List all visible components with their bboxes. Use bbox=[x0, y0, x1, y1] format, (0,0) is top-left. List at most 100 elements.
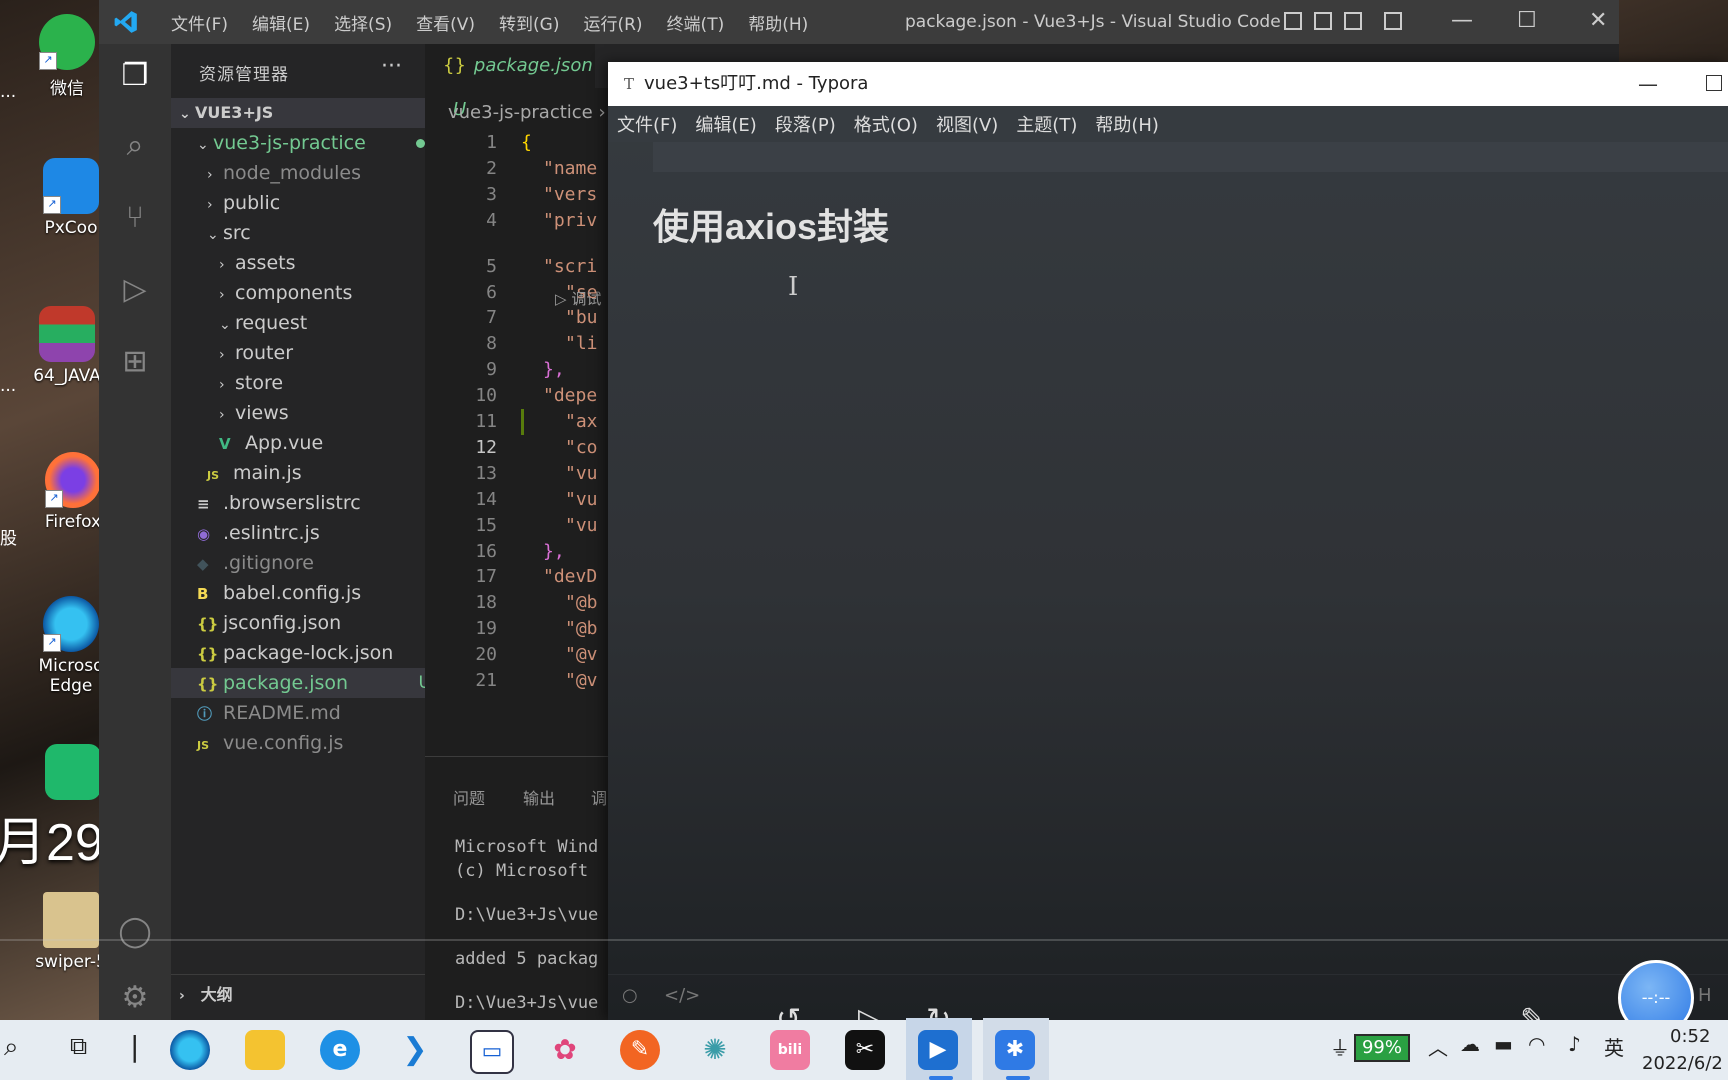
window-app-icon[interactable]: ▭ bbox=[470, 1030, 514, 1074]
clock-time[interactable]: 0:52 bbox=[1670, 1026, 1710, 1047]
desktop-icon-label: Firefox bbox=[44, 512, 102, 532]
typora-menu-file[interactable]: 文件(F) bbox=[608, 111, 686, 137]
menu-file[interactable]: 文件(F) bbox=[159, 10, 240, 35]
typora-menu-format[interactable]: 格式(O) bbox=[845, 111, 927, 137]
tree-item-label: package-lock.json bbox=[223, 642, 394, 664]
source-code-mode-icon[interactable]: </> bbox=[664, 985, 700, 1006]
menu-go[interactable]: 转到(G) bbox=[487, 10, 571, 35]
search-icon[interactable]: ⌕ bbox=[4, 1032, 19, 1063]
tree-item-label: node_modules bbox=[223, 162, 362, 184]
file-explorer-icon[interactable] bbox=[245, 1030, 285, 1070]
source-control-icon[interactable]: ⑂ bbox=[117, 200, 153, 236]
pinwheel-app-icon[interactable]: ✺ bbox=[695, 1030, 735, 1070]
line-number: 14 bbox=[475, 488, 497, 510]
desktop-icon-label: PxCoo bbox=[44, 218, 98, 238]
config-file-icon: ≡ bbox=[197, 495, 210, 513]
panel-tab-problems[interactable]: 问题 bbox=[453, 785, 485, 809]
ime-indicator[interactable]: 英 bbox=[1604, 1032, 1624, 1061]
menu-selection[interactable]: 选择(S) bbox=[322, 10, 404, 35]
more-actions-icon[interactable]: ··· bbox=[381, 54, 402, 79]
code-line: "priv bbox=[543, 209, 598, 231]
battery-tray-icon[interactable]: ▬ bbox=[1494, 1032, 1513, 1056]
task-view-icon[interactable]: ⧉ bbox=[70, 1032, 87, 1060]
typora-maximize-icon[interactable] bbox=[1706, 75, 1722, 91]
menu-view[interactable]: 查看(V) bbox=[404, 10, 487, 35]
tree-file[interactable]: ≡ .browserslistrc bbox=[171, 488, 451, 518]
menu-terminal[interactable]: 终端(T) bbox=[655, 10, 737, 35]
tree-file[interactable]: ◆ .gitignore bbox=[171, 548, 451, 578]
volume-icon[interactable]: ♪ bbox=[1568, 1032, 1581, 1056]
minimize-icon[interactable]: — bbox=[1451, 8, 1473, 33]
vscode-taskbar-icon[interactable]: ❯ bbox=[395, 1030, 435, 1070]
typora-menu-help[interactable]: 帮助(H) bbox=[1086, 111, 1168, 137]
desktop-icon-label: Microso Edge bbox=[38, 656, 104, 696]
typora-menu-paragraph[interactable]: 段落(P) bbox=[766, 111, 845, 137]
run-debug-icon[interactable]: ▷ bbox=[117, 272, 153, 308]
explorer-icon[interactable]: ❐ bbox=[117, 58, 153, 94]
breadcrumb[interactable]: vue3-js-practice › bbox=[448, 102, 606, 123]
toggle-panel-icon[interactable] bbox=[1314, 12, 1332, 30]
chevron-up-icon[interactable]: ︿ bbox=[1428, 1032, 1448, 1061]
video-player-icon[interactable]: ▶ bbox=[918, 1030, 958, 1070]
photos-icon[interactable]: ✿ bbox=[545, 1030, 585, 1070]
customize-layout-icon[interactable] bbox=[1384, 12, 1402, 30]
typora-logo-icon: T bbox=[624, 75, 635, 93]
outline-section[interactable]: › 大纲 bbox=[171, 974, 425, 1015]
tree-file[interactable]: ⓘ README.md bbox=[171, 698, 451, 728]
tree-file[interactable]: JS main.js bbox=[171, 458, 461, 488]
line-number: 18 bbox=[475, 592, 497, 614]
tree-file[interactable]: ◉ .eslintrc.js bbox=[171, 518, 451, 548]
menu-run[interactable]: 运行(R) bbox=[571, 10, 654, 35]
tree-folder[interactable]: › node_modules bbox=[171, 158, 461, 188]
wifi-icon[interactable]: ◠ bbox=[1528, 1032, 1545, 1056]
code-line: "scri bbox=[543, 255, 598, 277]
extensions-icon[interactable]: ⊞ bbox=[117, 344, 153, 380]
toggle-sidebar-icon[interactable] bbox=[1284, 12, 1302, 30]
clock-date[interactable]: 2022/6/2 bbox=[1642, 1053, 1723, 1074]
tree-folder[interactable]: ⌄ src bbox=[171, 218, 461, 248]
shortcut-arrow-icon: ↗ bbox=[43, 634, 61, 652]
tree-folder[interactable]: › public bbox=[171, 188, 461, 218]
tree-file[interactable]: {} package-lock.json bbox=[171, 638, 451, 668]
workspace-root[interactable]: ⌄ VUE3+JS bbox=[171, 98, 433, 128]
workspace-root-label: VUE3+JS bbox=[195, 103, 274, 122]
chevron-down-icon: ⌄ bbox=[197, 137, 209, 153]
pencil-app-icon[interactable]: ✎ bbox=[620, 1030, 660, 1070]
code-line: "@b bbox=[565, 592, 598, 614]
battery-indicator[interactable]: 99% bbox=[1354, 1034, 1410, 1062]
tree-folder[interactable]: ⌄ vue3-js-practice bbox=[171, 128, 451, 158]
line-number: 16 bbox=[475, 540, 497, 562]
tree-file[interactable]: {} jsconfig.json bbox=[171, 608, 451, 638]
typora-menu-view[interactable]: 视图(V) bbox=[927, 111, 1007, 137]
menu-edit[interactable]: 编辑(E) bbox=[240, 10, 322, 35]
typora-minimize-icon[interactable]: — bbox=[1638, 62, 1658, 106]
capcut-icon[interactable]: ✂ bbox=[845, 1030, 885, 1070]
tab-package-json[interactable]: {} package.json U bbox=[425, 44, 595, 120]
codelens-debug[interactable]: ▷ 调试 bbox=[555, 288, 601, 309]
maximize-icon[interactable]: ☐ bbox=[1517, 8, 1537, 33]
running-indicator bbox=[929, 1076, 953, 1080]
close-icon[interactable]: ✕ bbox=[1589, 8, 1607, 33]
account-icon[interactable]: ◯ bbox=[117, 914, 153, 950]
edge-icon[interactable] bbox=[170, 1030, 210, 1070]
pxcook-icon: ↗ bbox=[43, 158, 99, 214]
bilibili-icon[interactable]: bili bbox=[770, 1030, 810, 1070]
menu-help[interactable]: 帮助(H) bbox=[736, 10, 820, 35]
breadcrumb-folder[interactable]: vue3-js-practice bbox=[448, 102, 593, 123]
typora-menu-themes[interactable]: 主题(T) bbox=[1007, 111, 1086, 137]
sidebar-toggle-icon[interactable]: ○ bbox=[622, 985, 638, 1006]
document-heading[interactable]: 使用axios封装 bbox=[653, 198, 889, 250]
typora-menu-edit[interactable]: 编辑(E) bbox=[686, 111, 765, 137]
tree-file[interactable]: Bbabel.config.js bbox=[171, 578, 451, 608]
cloud-icon[interactable]: ☁ bbox=[1460, 1032, 1480, 1056]
tree-file[interactable]: JS vue.config.js bbox=[171, 728, 451, 758]
line-number: 21 bbox=[475, 670, 497, 691]
typora-taskbar-icon[interactable]: ✱ bbox=[995, 1030, 1035, 1070]
search-icon[interactable]: ⌕ bbox=[117, 128, 153, 164]
settings-gear-icon[interactable]: ⚙ bbox=[117, 980, 153, 1016]
panel-tab-debug[interactable]: 调 bbox=[591, 785, 607, 809]
panel-tab-output[interactable]: 输出 bbox=[523, 785, 555, 809]
ie-browser-icon[interactable]: e bbox=[320, 1030, 360, 1070]
toggle-secondary-sidebar-icon[interactable] bbox=[1344, 12, 1362, 30]
tree-file[interactable]: {}package.jsonU bbox=[171, 668, 451, 698]
